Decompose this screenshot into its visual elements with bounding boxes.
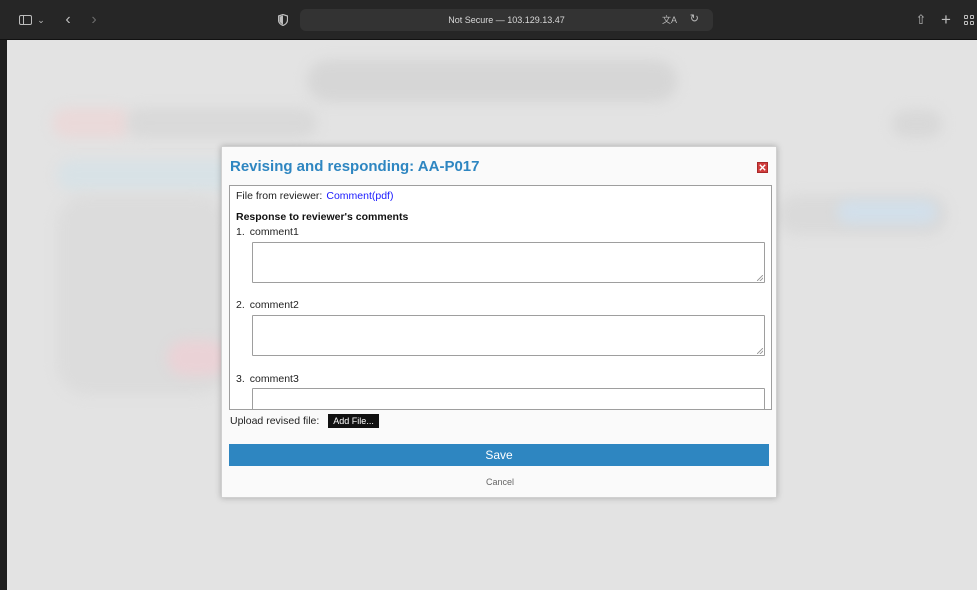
forward-button[interactable]: › — [86, 11, 102, 28]
reviewer-file-row: File from reviewer: Comment(pdf) — [236, 190, 393, 202]
comment-name: comment3 — [249, 373, 299, 385]
address-text: Not Secure — 103.129.13.47 — [448, 15, 565, 25]
share-button[interactable]: ⇧ — [913, 12, 929, 28]
comment-label: 1. comment1 — [236, 226, 299, 238]
cancel-link: Cancel — [222, 477, 778, 487]
response-scroll-area[interactable]: File from reviewer: Comment(pdf) Response… — [229, 185, 772, 410]
privacy-shield-button[interactable] — [276, 12, 290, 28]
comment1-textarea[interactable] — [252, 242, 765, 283]
save-button[interactable]: Save — [229, 444, 769, 466]
sidebar-icon — [19, 15, 33, 25]
comment3-textarea[interactable] — [252, 388, 765, 409]
translate-icon[interactable]: 文A — [662, 13, 677, 26]
browser-toolbar: ⌄ ‹ › Not Secure — 103.129.13.47 文A ↻ ⇧ … — [0, 0, 977, 40]
background-nav-blur-2 — [127, 108, 317, 138]
chevron-left-icon: ‹ — [65, 11, 71, 28]
chevron-right-icon: › — [91, 11, 97, 28]
new-tab-button[interactable]: + — [938, 10, 954, 29]
close-button[interactable] — [757, 162, 768, 173]
upload-label: Upload revised file: — [230, 415, 320, 427]
shield-icon — [278, 14, 288, 26]
comment-number: 1. — [236, 226, 245, 238]
reviewer-comment-link[interactable]: Comment(pdf) — [326, 190, 393, 202]
share-icon: ⇧ — [915, 12, 927, 27]
background-tag-blur — [167, 340, 227, 376]
tab-overview-button[interactable] — [962, 12, 976, 28]
reviewer-file-label: File from reviewer: — [236, 190, 323, 202]
comment-name: comment1 — [249, 226, 299, 238]
add-file-button[interactable]: Add File... — [328, 414, 379, 428]
comment-name: comment2 — [249, 299, 299, 311]
chevron-down-icon: ⌄ — [37, 14, 45, 25]
address-bar[interactable]: Not Secure — 103.129.13.47 文A ↻ — [300, 9, 713, 31]
background-content-blur — [57, 160, 237, 190]
plus-icon: + — [941, 10, 951, 29]
comment-label: 3. comment3 — [236, 373, 299, 385]
back-button[interactable]: ‹ — [60, 11, 76, 28]
close-icon — [759, 164, 766, 171]
background-header-blur — [307, 60, 677, 102]
page-content: Revising and responding: AA-P017 File fr… — [7, 40, 977, 590]
comment2-textarea[interactable] — [252, 315, 765, 356]
upload-row: Upload revised file: Add File... — [230, 414, 379, 428]
revise-dialog: Revising and responding: AA-P017 File fr… — [221, 146, 777, 498]
comment-label: 2. comment2 — [236, 299, 299, 311]
tab-grid-icon — [964, 15, 974, 25]
background-icon-blur — [892, 110, 942, 138]
cancel-button[interactable]: Cancel — [486, 477, 514, 487]
comment-number: 2. — [236, 299, 245, 311]
reload-icon[interactable]: ↻ — [690, 12, 699, 25]
response-heading: Response to reviewer's comments — [236, 211, 409, 223]
comment-number: 3. — [236, 373, 245, 385]
background-nav-blur — [52, 108, 132, 138]
background-button-blur — [837, 200, 937, 224]
sidebar-toggle-button[interactable]: ⌄ — [18, 12, 46, 28]
dialog-title: Revising and responding: AA-P017 — [230, 158, 480, 175]
